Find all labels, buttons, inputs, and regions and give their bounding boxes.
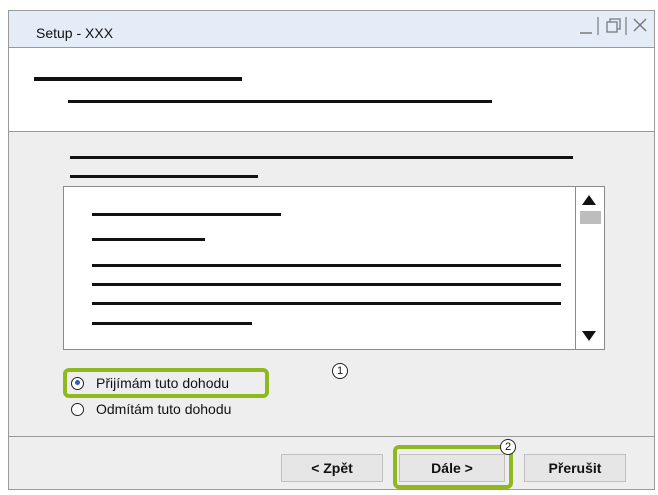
wizard-header (9, 48, 654, 132)
back-button[interactable]: < Zpět (281, 454, 383, 482)
description-line-placeholder (70, 156, 573, 159)
step-marker-2: 2 (500, 439, 516, 455)
restore-icon[interactable] (601, 13, 629, 39)
license-textbox[interactable] (63, 186, 576, 350)
decline-label: Odmítám tuto dohodu (96, 401, 232, 417)
title-bar: Setup - XXX (9, 11, 654, 48)
step-marker-1: 1 (332, 363, 348, 379)
next-button-highlight (393, 445, 513, 489)
license-text-placeholder (92, 238, 205, 241)
license-text-placeholder (92, 213, 281, 216)
header-heading-placeholder (34, 77, 242, 81)
scroll-down-arrow-icon[interactable] (582, 331, 596, 341)
license-scrollbar[interactable] (575, 186, 605, 350)
window-title: Setup - XXX (36, 25, 114, 41)
license-text-placeholder (92, 264, 561, 267)
license-text-placeholder (92, 322, 252, 325)
description-line-placeholder (70, 175, 258, 178)
license-text-placeholder (92, 283, 561, 286)
scroll-thumb[interactable] (580, 211, 601, 224)
close-icon[interactable] (627, 13, 655, 39)
accept-option-highlight (63, 368, 269, 398)
scroll-up-arrow-icon[interactable] (582, 195, 596, 205)
header-subheading-placeholder (68, 100, 492, 103)
license-text-placeholder (92, 302, 561, 305)
decline-radio[interactable] (71, 402, 84, 416)
decline-option[interactable]: Odmítám tuto dohodu (71, 399, 231, 419)
minimize-icon[interactable] (573, 13, 601, 39)
cancel-button[interactable]: Přerušit (524, 454, 626, 482)
